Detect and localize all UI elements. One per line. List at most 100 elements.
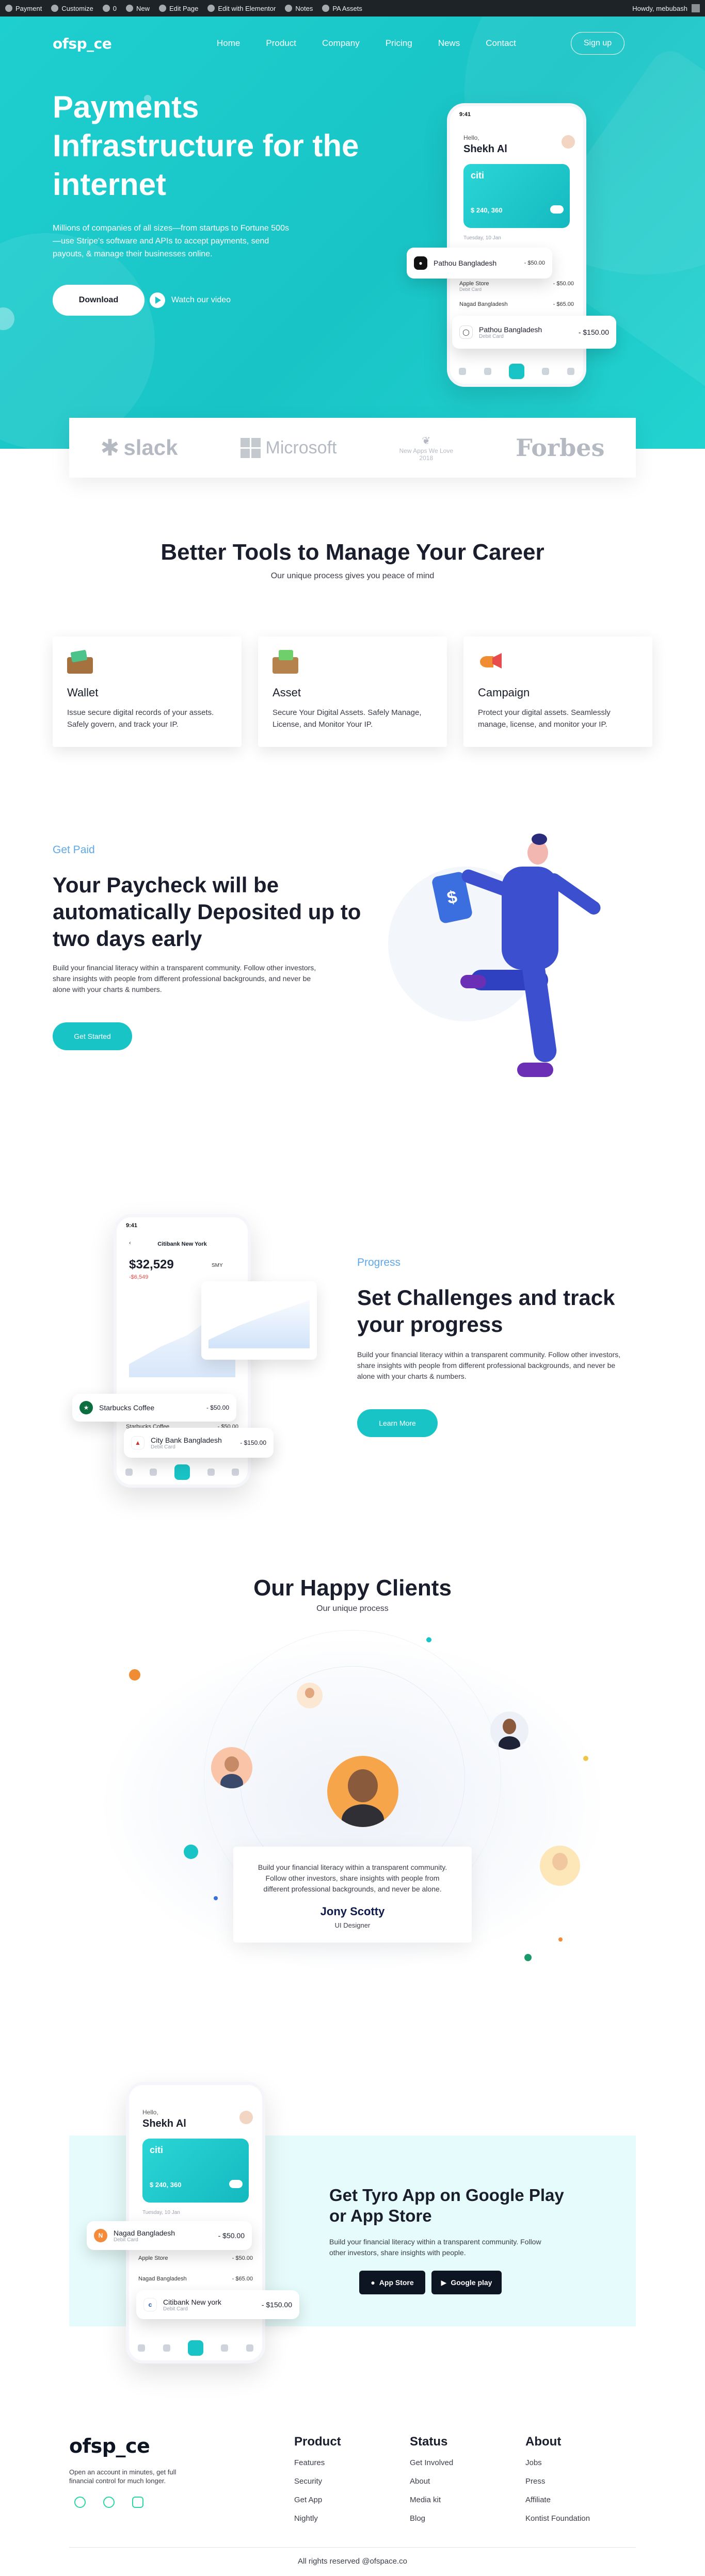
tool-card-campaign[interactable]: Campaign Protect your digital assets. Se…: [463, 637, 652, 747]
microsoft-logo: Microsoft: [240, 437, 337, 458]
card-brand: citi: [471, 170, 485, 181]
client-avatar[interactable]: [297, 1683, 323, 1708]
nav-contact[interactable]: Contact: [486, 38, 516, 48]
footer-link[interactable]: Get App: [294, 2496, 341, 2504]
home-icon: [125, 1469, 133, 1476]
phone-header: Citibank New York: [157, 1241, 207, 1247]
footer-link[interactable]: Features: [294, 2458, 341, 2467]
footer-link[interactable]: Affiliate: [525, 2496, 590, 2504]
float-name-block: City Bank Bangladesh Debit Card: [151, 1436, 240, 1450]
settings-icon: [567, 368, 574, 375]
footer-tagline: Open an account in minutes, get full fin…: [69, 2468, 177, 2485]
footer-link[interactable]: Get Involved: [410, 2458, 453, 2467]
admin-bar-customize[interactable]: Customize: [51, 5, 93, 12]
person-hair: [532, 834, 547, 845]
chart-icon: [207, 1469, 215, 1476]
main-nav: ofsp_ce Home Product Company Pricing New…: [0, 32, 705, 55]
footer-links: Jobs Press Affiliate Kontist Foundation: [525, 2458, 590, 2523]
award-label: New Apps We Love: [399, 447, 454, 454]
wallet-icon: [163, 2344, 170, 2352]
transaction-float-card: ● Pathou Bangladesh - $50.00: [407, 248, 552, 279]
float-sub: Debit Card: [163, 2306, 188, 2312]
add-icon: [174, 1464, 190, 1480]
footer-divider: [69, 2547, 636, 2548]
nav-pricing[interactable]: Pricing: [386, 38, 412, 48]
mini-area-chart: [209, 1300, 310, 1348]
footer-link[interactable]: Blog: [410, 2514, 453, 2523]
download-button[interactable]: Download: [53, 285, 145, 316]
twitter-icon[interactable]: [132, 2497, 143, 2508]
nav-home[interactable]: Home: [217, 38, 240, 48]
card-balance: $ 240, 360: [471, 206, 503, 214]
toggle-icon: [229, 2180, 243, 2188]
phone-time: 9:41: [126, 1222, 138, 1229]
admin-bar-comments[interactable]: 0: [102, 5, 117, 12]
footer-link[interactable]: Kontist Foundation: [525, 2514, 590, 2523]
tool-card-wallet[interactable]: Wallet Issue secure digital records of y…: [53, 637, 242, 747]
credit-card: citi $ 240, 360: [142, 2139, 249, 2203]
row-amount: - $65.00: [553, 301, 574, 307]
app-text: Build your financial literacy within a t…: [329, 2238, 541, 2257]
period-select[interactable]: SMY: [212, 1263, 223, 1268]
row-name: Apple Store: [138, 2255, 168, 2261]
float-amount: - $50.00: [524, 260, 545, 266]
admin-bar-account[interactable]: Howdy, mebubash: [632, 4, 700, 12]
admin-bar-new[interactable]: New: [125, 5, 150, 12]
client-avatar[interactable]: [490, 1711, 528, 1750]
client-avatar-main[interactable]: [327, 1756, 398, 1827]
wordpress-icon: [5, 5, 12, 12]
admin-bar-notes[interactable]: Notes: [285, 5, 313, 12]
home-icon: [459, 368, 467, 375]
footer-link[interactable]: Jobs: [525, 2458, 590, 2467]
phone-tab-bar: [450, 359, 583, 384]
phone-date: Tuesday, 10 Jan: [463, 235, 501, 241]
nav-product[interactable]: Product: [266, 38, 296, 48]
admin-bar-elementor[interactable]: Edit with Elementor: [207, 5, 276, 12]
learn-more-button[interactable]: Learn More: [357, 1409, 438, 1437]
chart-popup-card: [201, 1281, 317, 1360]
nav-company[interactable]: Company: [322, 38, 360, 48]
phone-time: 9:41: [459, 111, 471, 118]
award-badge: ❦ New Apps We Love 2018: [399, 434, 454, 462]
google-play-button[interactable]: ▶ Google play: [431, 2271, 502, 2294]
footer-logo[interactable]: ofsp_ce: [69, 2435, 150, 2457]
transaction-row: Apple Store - $50.00: [138, 2255, 253, 2261]
footer-links: Features Security Get App Nightly: [294, 2458, 341, 2523]
site-logo[interactable]: ofsp_ce: [53, 35, 112, 52]
admin-bar-edit-page[interactable]: Edit Page: [158, 4, 199, 12]
footer-col-status: Status Get Involved About Media kit Blog: [410, 2435, 453, 2533]
footer-link[interactable]: Security: [294, 2477, 341, 2486]
google-play-label: Google play: [451, 2278, 492, 2287]
footer-link[interactable]: Media kit: [410, 2496, 453, 2504]
float-amount: - $150.00: [261, 2301, 292, 2309]
watch-video-link[interactable]: Watch our video: [150, 292, 231, 308]
get-started-button[interactable]: Get Started: [53, 1022, 132, 1050]
float-sub: Debit Card: [151, 1444, 175, 1450]
decor-dot: [426, 1637, 431, 1642]
phone-hello: Hello,: [142, 2109, 158, 2116]
float-name: City Bank Bangladesh: [151, 1436, 222, 1444]
admin-bar-pa-assets[interactable]: PA Assets: [322, 5, 362, 12]
add-icon: [508, 364, 524, 379]
microsoft-icon: [240, 437, 261, 458]
footer-link[interactable]: About: [410, 2477, 453, 2486]
phone-hello: Hello,: [463, 134, 479, 141]
progress-text: Build your financial literacy within a t…: [357, 1350, 621, 1380]
footer-link[interactable]: Nightly: [294, 2514, 341, 2523]
app-store-button[interactable]: ● App Store: [359, 2271, 425, 2294]
transaction-row: Apple Store Debit Card - $50.00: [459, 281, 574, 292]
instagram-icon[interactable]: [103, 2497, 115, 2508]
client-avatar[interactable]: [540, 1846, 580, 1886]
nav-news[interactable]: News: [438, 38, 460, 48]
signup-button[interactable]: Sign up: [571, 32, 624, 55]
float-name: Starbucks Coffee: [99, 1404, 155, 1412]
wp-logo-item[interactable]: Payment: [5, 5, 42, 12]
facebook-icon[interactable]: [74, 2497, 86, 2508]
footer-link[interactable]: Press: [525, 2477, 590, 2486]
toggle-icon: [550, 205, 564, 214]
comment-icon: [102, 5, 110, 12]
admin-bar-edit-label: Edit Page: [169, 4, 199, 12]
client-avatar[interactable]: [211, 1747, 252, 1788]
admin-bar-pa-label: PA Assets: [332, 4, 362, 12]
tool-card-asset[interactable]: Asset Secure Your Digital Assets. Safely…: [258, 637, 447, 747]
